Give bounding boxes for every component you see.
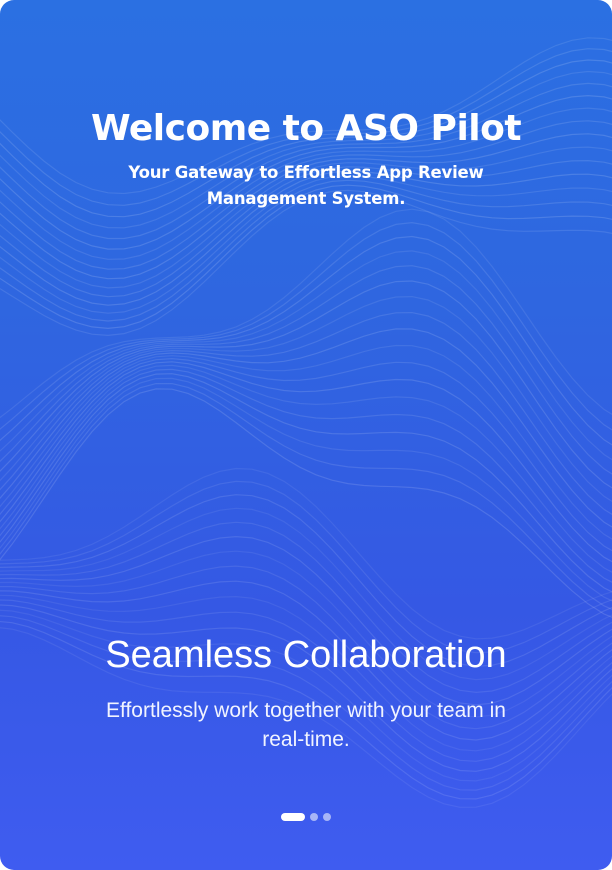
welcome-header: Welcome to ASO Pilot Your Gateway to Eff…: [0, 104, 612, 212]
slide-description: Effortlessly work together with your tea…: [106, 699, 506, 751]
pagination-dots: [0, 813, 612, 821]
pagination-dot[interactable]: [323, 813, 331, 821]
pagination-dot[interactable]: [310, 813, 318, 821]
slide-title: Seamless Collaboration: [105, 634, 507, 676]
onboarding-panel: Welcome to ASO Pilot Your Gateway to Eff…: [0, 0, 612, 870]
onboarding-slide: Seamless Collaboration Effortlessly work…: [0, 628, 612, 754]
pagination-dot[interactable]: [281, 813, 305, 821]
page-subtitle: Your Gateway to Effortless App Review Ma…: [128, 163, 484, 208]
page-title: Welcome to ASO Pilot: [90, 108, 522, 149]
